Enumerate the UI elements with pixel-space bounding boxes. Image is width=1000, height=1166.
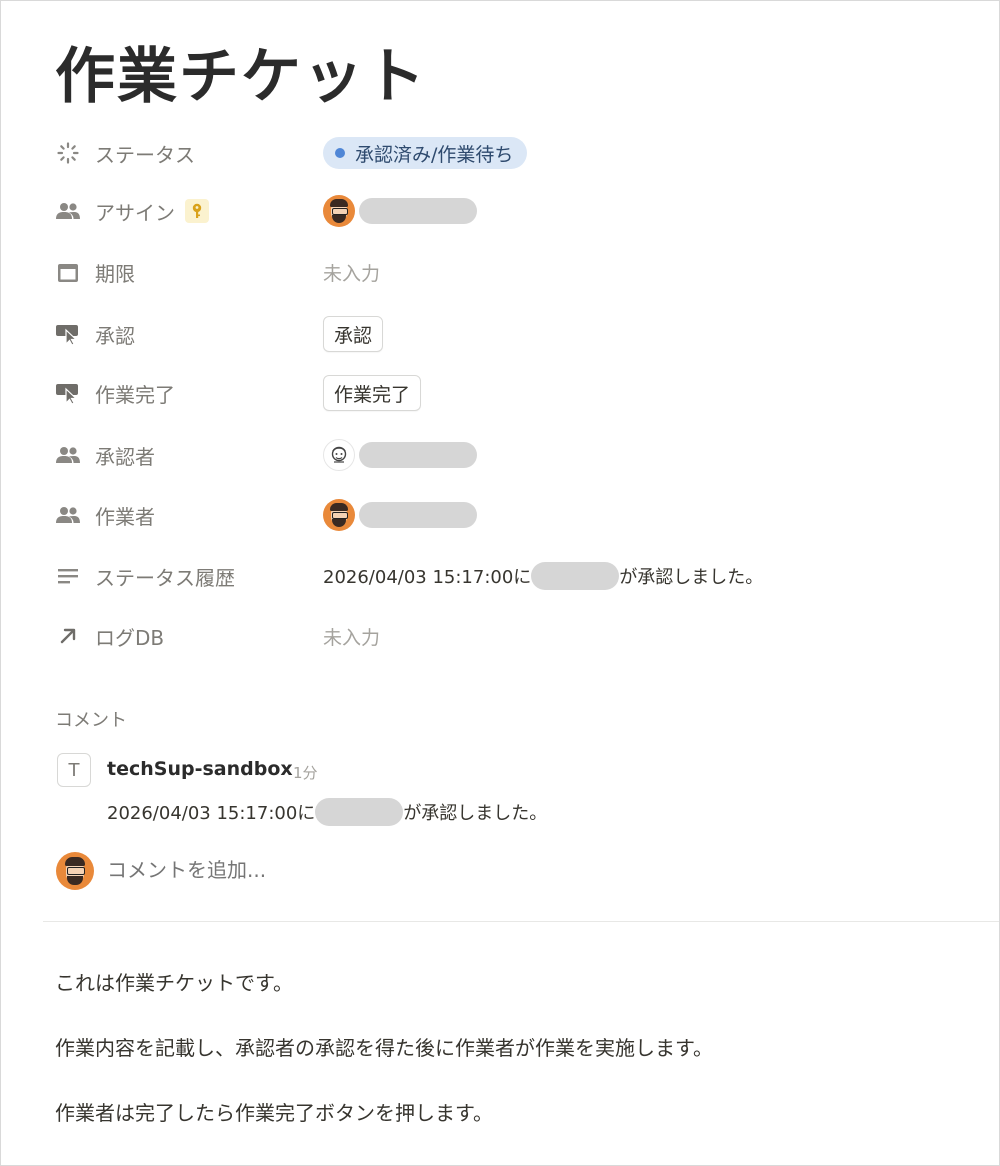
redacted-name — [359, 442, 477, 468]
avatar[interactable] — [323, 499, 355, 531]
comments-section-label: コメント — [55, 710, 127, 731]
people-icon — [55, 503, 81, 527]
property-approver-label: 承認者 — [95, 444, 155, 469]
avatar[interactable] — [323, 439, 355, 471]
comment-text-prefix: 2026/04/03 15:17:00に — [107, 803, 316, 824]
property-log-db: ログDB 未入力 — [55, 616, 955, 656]
avatar[interactable] — [323, 195, 355, 227]
property-status-label-wrap[interactable]: ステータス — [55, 133, 195, 173]
comment-body: 2026/04/03 15:17:00に が承認しました。 — [107, 798, 547, 826]
text-lines-icon — [55, 564, 81, 588]
property-log-db-label-wrap[interactable]: ログDB — [55, 616, 164, 656]
property-work-done-value: 作業完了 — [323, 373, 422, 413]
property-log-db-value[interactable]: 未入力 — [323, 616, 380, 656]
log-db-empty-value: 未入力 — [323, 626, 381, 649]
property-work-done-label-wrap[interactable]: 作業完了 — [55, 373, 175, 413]
status-badge[interactable]: 承認済み/作業待ち — [323, 137, 528, 169]
property-work-done: 作業完了 作業完了 — [55, 373, 955, 413]
comment-timestamp[interactable]: 1分 — [293, 762, 318, 783]
divider — [43, 921, 999, 922]
property-approve-value: 承認 — [323, 314, 384, 354]
property-worker-value[interactable] — [323, 495, 477, 535]
current-user-avatar — [56, 852, 94, 890]
cursor-click-icon — [55, 381, 81, 405]
property-approve-label-wrap[interactable]: 承認 — [55, 314, 135, 354]
property-status-history-label: ステータス履歴 — [95, 565, 235, 590]
property-assign-label: アサイン — [95, 200, 175, 225]
people-icon — [55, 199, 81, 223]
redacted-name — [359, 502, 477, 528]
property-status-label: ステータス — [95, 142, 195, 167]
property-approver-label-wrap[interactable]: 承認者 — [55, 435, 155, 475]
property-status-history-label-wrap[interactable]: ステータス履歴 — [55, 556, 235, 596]
people-icon — [55, 443, 81, 467]
work-done-button[interactable]: 作業完了 — [323, 375, 422, 411]
property-due-label-wrap[interactable]: 期限 — [55, 252, 135, 292]
body-paragraph[interactable]: これは作業チケットです。 — [55, 967, 293, 996]
property-worker-label-wrap[interactable]: 作業者 — [55, 495, 155, 535]
property-status-value[interactable]: 承認済み/作業待ち — [323, 133, 528, 173]
body-paragraph[interactable]: 作業者は完了したら作業完了ボタンを押します。 — [55, 1097, 493, 1126]
comment-author-avatar[interactable]: T — [57, 753, 91, 787]
avatar — [56, 852, 94, 890]
redacted-name — [315, 798, 404, 826]
property-due-label: 期限 — [95, 261, 135, 286]
key-icon — [185, 199, 209, 223]
redacted-name — [359, 198, 477, 224]
property-assign-label-wrap[interactable]: アサイン — [55, 191, 209, 231]
property-assign-value[interactable] — [323, 191, 477, 231]
property-worker: 作業者 — [55, 495, 955, 535]
add-comment-input[interactable] — [107, 858, 507, 882]
status-dot-icon — [335, 148, 345, 158]
redacted-name — [531, 562, 620, 590]
page-frame: 作業チケット ステータス 承認済み/作業待ち アサイン 期限 未入力 承認 承認… — [0, 0, 1000, 1166]
property-status-history: ステータス履歴 2026/04/03 15:17:00に が承認しました。 — [55, 556, 955, 596]
approve-button[interactable]: 承認 — [323, 316, 384, 352]
property-worker-label: 作業者 — [95, 504, 155, 529]
property-assign: アサイン — [55, 191, 955, 231]
property-work-done-label: 作業完了 — [95, 382, 175, 407]
property-approve-label: 承認 — [95, 323, 135, 348]
property-log-db-label: ログDB — [95, 625, 165, 650]
property-approver-value[interactable] — [323, 435, 477, 475]
property-status: ステータス 承認済み/作業待ち — [55, 133, 955, 173]
arrow-up-right-icon — [55, 624, 81, 648]
comment-author-name[interactable]: techSup-sandbox — [107, 758, 293, 780]
property-due-value[interactable]: 未入力 — [323, 252, 380, 292]
body-paragraph[interactable]: 作業内容を記載し、承認者の承認を得た後に作業者が作業を実施します。 — [55, 1032, 713, 1061]
calendar-icon — [55, 260, 81, 284]
status-spinner-icon — [55, 141, 81, 165]
property-status-history-value[interactable]: 2026/04/03 15:17:00に が承認しました。 — [323, 556, 763, 596]
page-title[interactable]: 作業チケット — [55, 37, 427, 117]
property-approver: 承認者 — [55, 435, 955, 475]
property-due: 期限 未入力 — [55, 252, 955, 292]
status-badge-label: 承認済み/作業待ち — [355, 143, 514, 166]
property-approve: 承認 承認 — [55, 314, 955, 354]
status-history-text-prefix: 2026/04/03 15:17:00に — [323, 567, 532, 588]
comment-text-suffix: が承認しました。 — [403, 803, 548, 824]
status-history-text-suffix: が承認しました。 — [619, 567, 764, 588]
due-empty-value: 未入力 — [323, 262, 381, 285]
cursor-click-icon — [55, 322, 81, 346]
